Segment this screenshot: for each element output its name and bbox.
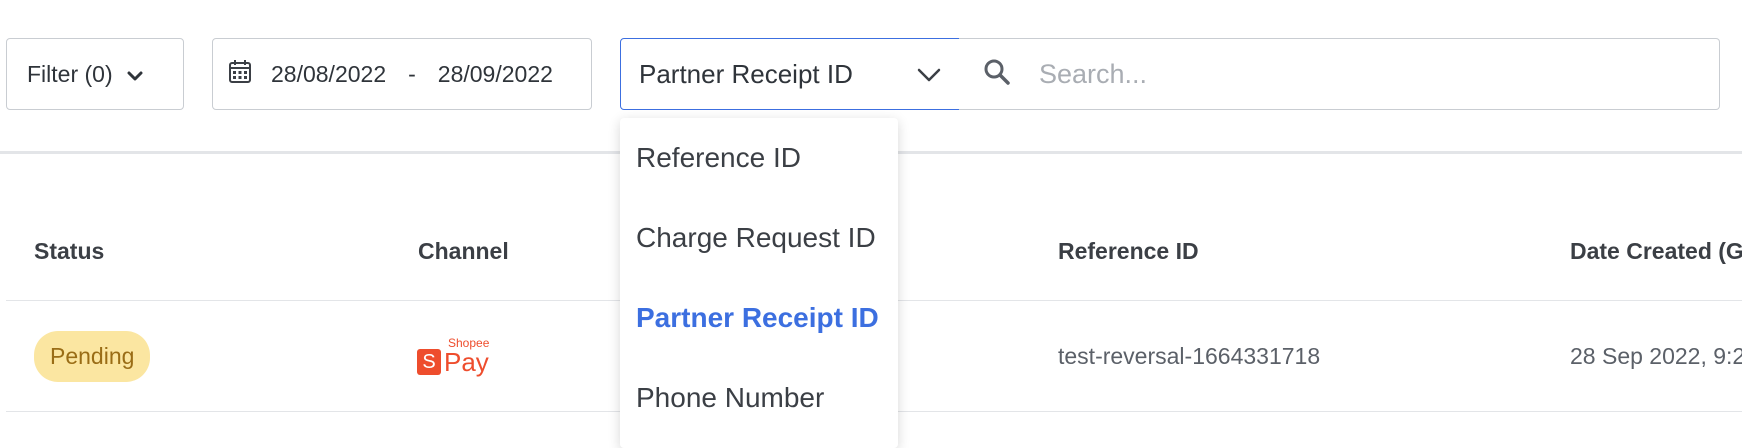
date-end[interactable]: 28/09/2022 [438,61,553,88]
status-badge: Pending [34,330,151,382]
date-start[interactable]: 28/08/2022 [271,61,386,88]
date-separator: - [408,60,416,87]
column-header-status[interactable]: Status [34,238,104,265]
logo-text-big: Pay [444,347,489,377]
chevron-down-icon [917,59,941,90]
dropdown-option-reference-id[interactable]: Reference ID [636,142,801,174]
dropdown-option-partner-receipt-id[interactable]: Partner Receipt ID [636,302,879,334]
date-created-cell: 28 Sep 2022, 9:2 [1570,342,1742,369]
shopee-bag-icon: S [417,349,441,375]
search-field-selected-value: Partner Receipt ID [639,58,853,89]
status-cell: Pending [34,301,151,411]
search-field-select[interactable]: Partner Receipt ID [620,38,960,110]
dropdown-option-phone-number[interactable]: Phone Number [636,382,824,414]
column-header-date-created[interactable]: Date Created (G [1570,238,1742,265]
reference-id-cell: test-reversal-1664331718 [1058,342,1321,369]
shopeepay-logo: S Shopee Pay [417,337,489,375]
column-header-reference-id[interactable]: Reference ID [1058,238,1199,265]
calendar-icon [229,59,251,89]
search-input[interactable] [1037,57,1681,91]
column-header-channel[interactable]: Channel [418,238,509,265]
date-range-picker[interactable]: 28/08/2022 - 28/09/2022 [212,38,592,110]
channel-cell: S Shopee Pay [417,301,489,411]
dropdown-option-charge-request-id[interactable]: Charge Request ID [636,222,876,254]
chevron-down-icon [127,61,143,88]
filter-button[interactable]: Filter (0) [6,38,184,110]
search-field-dropdown: Reference ID Charge Request ID Partner R… [620,118,898,448]
search-bar [959,38,1720,110]
search-icon [983,58,1011,91]
filter-label: Filter (0) [27,60,113,87]
